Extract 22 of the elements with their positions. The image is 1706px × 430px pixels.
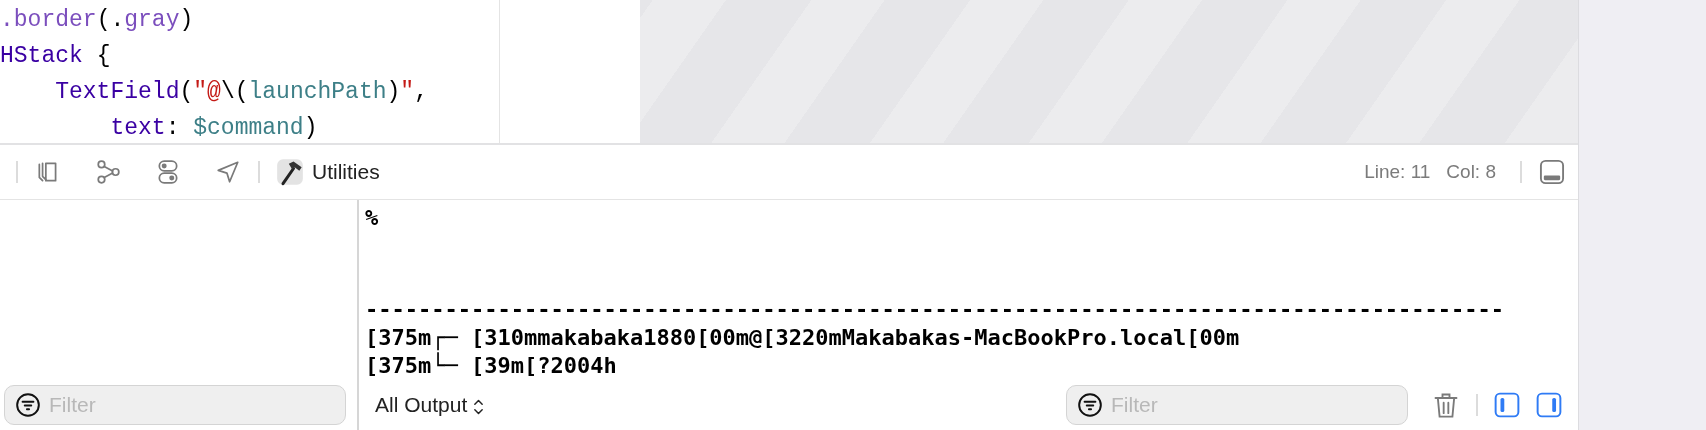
output-menu[interactable]: All Output bbox=[371, 389, 489, 421]
column-number: Col: 8 bbox=[1446, 159, 1496, 184]
branch-nodes-icon[interactable] bbox=[95, 159, 121, 185]
code-line: text: $command) bbox=[109, 114, 318, 143]
console-line: [375m┌─ [310mmakabaka1880[00m@[3220mMakabakas-MacBookPro.local[00m bbox=[365, 324, 1240, 352]
code-line: HStack { bbox=[0, 42, 111, 71]
code-line: TextField("@\(launchPath)", bbox=[54, 78, 428, 107]
line-number: Line: 11 bbox=[1364, 159, 1431, 184]
console-line: [375m└─ [39m[?2004h bbox=[365, 352, 617, 380]
trash-icon[interactable] bbox=[1432, 391, 1460, 419]
right-panel-toggle[interactable] bbox=[1536, 392, 1562, 418]
debug-area-toggle-icon[interactable] bbox=[1538, 158, 1566, 186]
code-line: .border(.gray) bbox=[0, 6, 194, 35]
console-line: % bbox=[365, 204, 379, 232]
filter-icon bbox=[15, 392, 41, 418]
left-panel-toggle[interactable] bbox=[1494, 392, 1520, 418]
hammer-icon[interactable] bbox=[276, 158, 304, 186]
scheme-label[interactable]: Utilities bbox=[312, 156, 380, 188]
filter-icon bbox=[1077, 392, 1103, 418]
location-arrow-icon[interactable] bbox=[215, 159, 241, 185]
up-down-chevron-icon bbox=[473, 398, 485, 415]
divider-line: -------------------------------------------------------------------------------------- bbox=[365, 296, 1505, 324]
